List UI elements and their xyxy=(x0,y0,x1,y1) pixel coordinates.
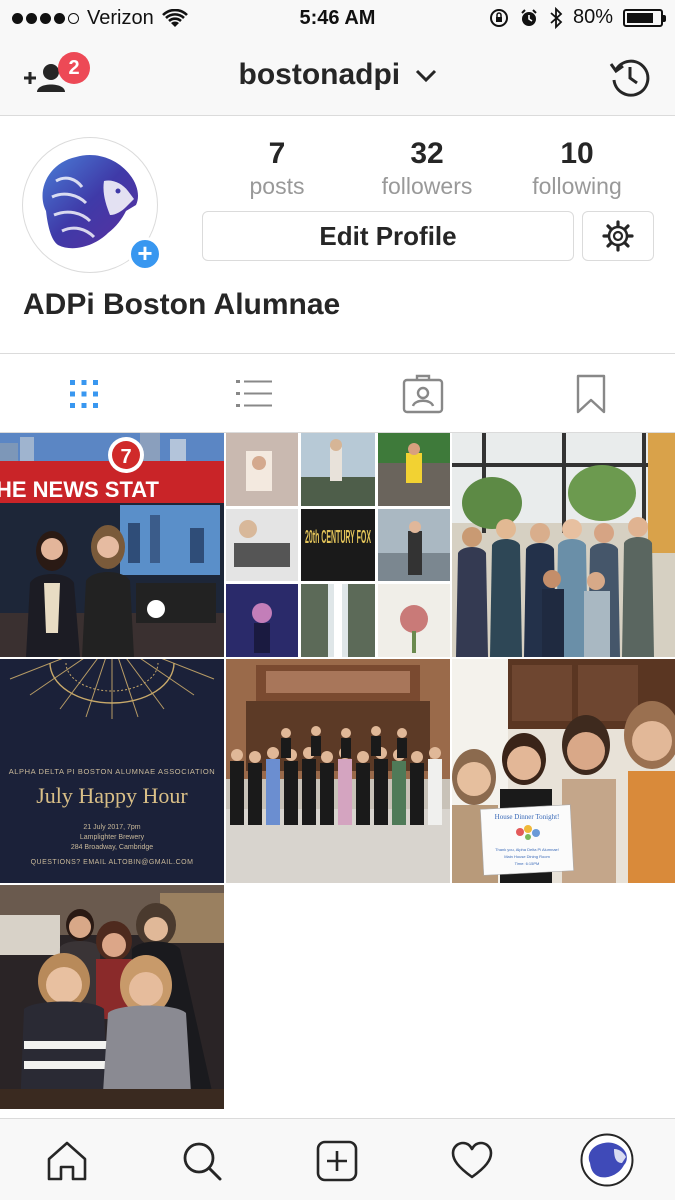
post-house-dinner[interactable]: House Dinner Tonight! Thank you, Alpha D… xyxy=(452,659,675,883)
home-tab[interactable] xyxy=(43,1137,91,1185)
new-post-tab[interactable] xyxy=(313,1137,361,1185)
fox-logo-text: 20th CENTURY FOX xyxy=(305,527,371,547)
activity-heart-icon xyxy=(451,1141,493,1179)
profile-display-name: ADPi Boston Alumnae xyxy=(23,288,341,321)
saved-bookmark-icon xyxy=(576,374,606,414)
status-bar: Verizon 5:46 AM 80% xyxy=(0,0,675,40)
collage-photo: 20th CENTURY FOX xyxy=(226,433,450,657)
battery-icon xyxy=(623,8,666,27)
bottom-tab-bar xyxy=(0,1118,675,1200)
bluetooth-icon xyxy=(550,6,563,29)
gear-icon xyxy=(602,220,634,252)
alarm-icon xyxy=(521,8,537,26)
poster-contact: QUESTIONS? EMAIL ALTOBIN@GMAIL.COM xyxy=(30,859,194,866)
following-count[interactable]: 10 following xyxy=(502,136,652,200)
search-tab[interactable] xyxy=(178,1137,226,1185)
profile-avatar-icon xyxy=(580,1133,634,1187)
post-news-station[interactable]: 7 HE NEWS STAT xyxy=(0,433,224,657)
poster-org-name: ALPHA DELTA PI BOSTON ALUMNAE ASSOCIATIO… xyxy=(8,767,216,776)
poster-headline: July Happy Hour xyxy=(36,783,188,808)
posts-count: 7 posts xyxy=(249,137,305,199)
add-story-plus-icon[interactable]: + xyxy=(128,237,162,271)
profile-avatar[interactable]: + xyxy=(22,137,162,275)
username-title: bostonadpi xyxy=(238,58,401,91)
profile-view-tabs xyxy=(0,353,675,433)
post-collage[interactable]: 20th CENTURY FOX xyxy=(226,433,450,657)
tab-list[interactable] xyxy=(232,372,276,416)
grid-view-icon xyxy=(70,380,98,408)
dinner-sign-line2: Main House Dining Room xyxy=(504,854,550,859)
group-fireplace-photo xyxy=(226,659,450,883)
post-group-fireplace[interactable] xyxy=(226,659,450,883)
rotation-lock-icon xyxy=(489,8,508,27)
tagged-photos-icon xyxy=(402,374,444,414)
archive-button[interactable] xyxy=(609,56,651,103)
activity-tab[interactable] xyxy=(448,1137,496,1185)
tab-grid[interactable] xyxy=(62,372,106,416)
bar-friends-photo xyxy=(0,885,224,1109)
followers-count[interactable]: 32 followers xyxy=(352,136,502,200)
post-july-happy-hour[interactable]: ALPHA DELTA PI BOSTON ALUMNAE ASSOCIATIO… xyxy=(0,659,224,883)
chevron-down-icon xyxy=(415,70,436,83)
search-icon xyxy=(183,1142,222,1181)
channel-seven-badge: 7 xyxy=(120,446,131,468)
dinner-sign-line3: Time: 6:15PM xyxy=(515,861,540,866)
username-switcher[interactable]: bostonadpi xyxy=(0,58,675,92)
group-window-photo xyxy=(452,433,675,657)
tab-saved[interactable] xyxy=(569,372,613,416)
poster-venue: Lamplighter Brewery xyxy=(79,834,145,841)
history-icon xyxy=(609,59,650,97)
battery-percent: 80% xyxy=(572,6,613,28)
dinner-sign-line1: Thank you, Alpha Delta Pi Alumnae! xyxy=(495,847,559,852)
news-station-photo: 7 HE NEWS STAT xyxy=(0,433,224,657)
list-view-icon xyxy=(236,380,272,407)
new-post-icon xyxy=(316,1140,358,1182)
post-group-window[interactable] xyxy=(452,433,675,657)
dinner-sign-title: House Dinner Tonight! xyxy=(495,813,560,821)
settings-button[interactable] xyxy=(582,211,654,261)
poster-date: 21 July 2017, 7pm xyxy=(83,824,141,831)
home-icon xyxy=(47,1141,87,1181)
profile-tab[interactable] xyxy=(580,1133,634,1187)
news-station-sign-text: HE NEWS STAT xyxy=(0,477,160,502)
top-navigation-bar: 2 bostonadpi xyxy=(0,40,675,116)
house-dinner-photo: House Dinner Tonight! Thank you, Alpha D… xyxy=(452,659,675,883)
post-bar-friends[interactable] xyxy=(0,885,224,1109)
poster-address: 284 Broadway, Cambridge xyxy=(70,844,154,851)
tab-tagged[interactable] xyxy=(401,372,445,416)
edit-profile-button[interactable]: Edit Profile xyxy=(202,211,574,261)
